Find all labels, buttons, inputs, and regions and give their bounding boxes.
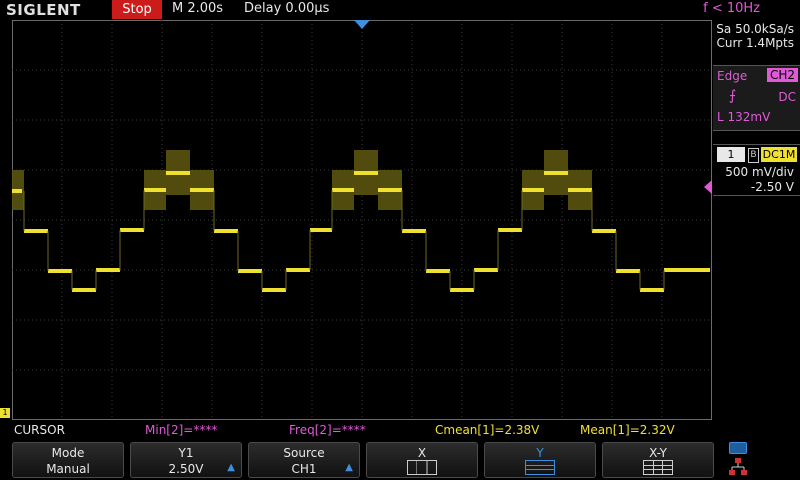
channel1-vdiv: 500 mV/div bbox=[725, 165, 794, 179]
adjust-knob-icon: ▲ bbox=[345, 462, 353, 473]
delay-readout[interactable]: Delay 0.00µs bbox=[244, 1, 329, 16]
status-bar: SIGLENT Stop M 2.00s Delay 0.00µs f < 10… bbox=[0, 0, 800, 20]
softkey-xy-label: X-Y bbox=[649, 446, 667, 460]
network-icon bbox=[729, 458, 747, 476]
softkey-source-value: CH1 bbox=[291, 462, 317, 476]
channel1-panel[interactable]: 1 B DC1M 500 mV/div -2.50 V bbox=[713, 144, 800, 196]
x-cursor-icon bbox=[407, 460, 437, 475]
noise-bands bbox=[12, 150, 592, 210]
channel1-ground-marker[interactable]: 1 bbox=[0, 408, 10, 418]
usb-icon bbox=[729, 442, 747, 454]
softkey-source-label: Source bbox=[283, 446, 325, 460]
measure-mean: Mean[1]=2.32V bbox=[580, 423, 675, 437]
softkey-x[interactable]: X bbox=[366, 442, 478, 478]
trigger-frequency: f < 10Hz bbox=[703, 1, 760, 16]
xy-cursor-icon bbox=[643, 460, 673, 475]
grid-lines bbox=[12, 20, 712, 420]
bandwidth-limit-icon: B bbox=[748, 148, 759, 163]
trigger-coupling: DC bbox=[778, 90, 796, 104]
trigger-level: L 132mV bbox=[717, 110, 771, 124]
trigger-type: Edge bbox=[717, 69, 748, 83]
waveform-display bbox=[12, 20, 712, 420]
softkey-mode[interactable]: Mode Manual bbox=[12, 442, 124, 478]
softkey-y1-label: Y1 bbox=[178, 446, 194, 460]
menu-title: CURSOR bbox=[14, 423, 65, 437]
softkey-y-label: Y bbox=[536, 446, 544, 460]
brand-logo: SIGLENT bbox=[6, 1, 81, 19]
measure-min: Min[2]=**** bbox=[145, 423, 218, 437]
softkey-y[interactable]: Y bbox=[484, 442, 596, 478]
trigger-panel[interactable]: Edge CH2 ⨍ DC L 132mV bbox=[713, 65, 800, 131]
softkey-mode-label: Mode bbox=[51, 446, 85, 460]
rising-edge-icon: ⨍ bbox=[729, 88, 737, 104]
channel1-number: 1 bbox=[717, 147, 745, 162]
channel1-coupling: DC1M bbox=[761, 147, 797, 162]
softkey-y1[interactable]: Y1 2.50V ▲ bbox=[130, 442, 242, 478]
acquisition-panel[interactable]: Sa 50.0kSa/s Curr 1.4Mpts bbox=[713, 22, 800, 50]
trigger-level-marker bbox=[704, 180, 712, 194]
trigger-source: CH2 bbox=[766, 68, 798, 82]
measure-freq: Freq[2]=**** bbox=[289, 423, 366, 437]
softkey-y1-value: 2.50V bbox=[168, 462, 204, 476]
softkey-xy[interactable]: X-Y bbox=[602, 442, 714, 478]
trigger-position-marker bbox=[354, 20, 370, 29]
softkey-x-label: X bbox=[417, 446, 427, 460]
softkey-source[interactable]: Source CH1 ▲ bbox=[248, 442, 360, 478]
adjust-knob-icon: ▲ bbox=[227, 462, 235, 473]
timebase-readout[interactable]: M 2.00s bbox=[172, 1, 223, 16]
channel1-offset: -2.50 V bbox=[750, 180, 794, 194]
sample-rate: Sa 50.0kSa/s bbox=[716, 22, 794, 36]
softkey-mode-value: Manual bbox=[46, 462, 90, 476]
memory-depth: Curr 1.4Mpts bbox=[716, 36, 794, 50]
run-state-indicator[interactable]: Stop bbox=[112, 0, 162, 19]
measure-cmean: Cmean[1]=2.38V bbox=[435, 423, 540, 437]
y-cursor-icon bbox=[525, 460, 555, 475]
